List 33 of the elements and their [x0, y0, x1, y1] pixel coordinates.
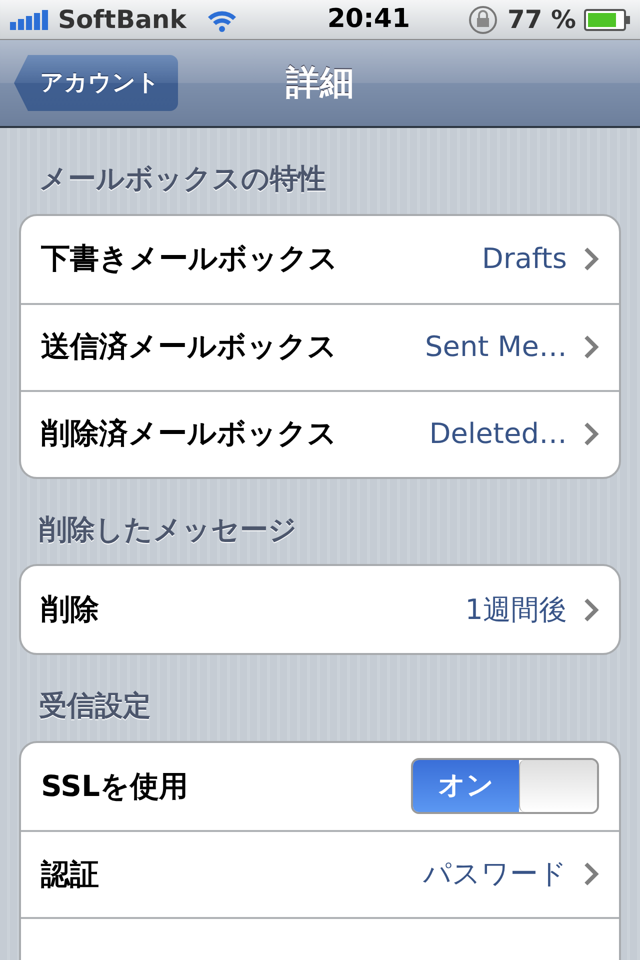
row-value: 1週間後 [465, 592, 567, 628]
row-value: Deleted… [429, 416, 567, 452]
battery-icon [584, 8, 630, 30]
chevron-icon [583, 596, 599, 623]
settings-row[interactable]: 削除済メールボックス Deleted… [21, 390, 619, 477]
row-label: 下書きメールボックス [41, 240, 338, 278]
chevron-icon [583, 334, 599, 360]
row-label: SSLを使用 [41, 768, 188, 805]
signal-icon [10, 10, 50, 30]
settings-row[interactable]: 削除 1週間後 [21, 566, 619, 654]
section-header: メールボックスの特性 [38, 161, 327, 197]
row-label: 送信済メールボックス [41, 328, 337, 366]
chevron-icon [583, 246, 599, 272]
nav-title: 詳細 [286, 62, 354, 104]
chevron-icon [583, 861, 599, 888]
settings-row[interactable]: 送信済メールボックス Sent Me… [21, 302, 619, 390]
battery-percent: 77 % [507, 4, 576, 36]
toggle-switch[interactable]: オン [411, 758, 599, 814]
section-header: 受信設定 [38, 688, 152, 724]
clock-time: 20:41 [327, 3, 410, 36]
carrier-name: SoftBank [58, 4, 186, 36]
row-value: Sent Me… [424, 329, 567, 366]
row-value: パスワード [423, 856, 567, 892]
rotation-lock-icon [467, 4, 500, 36]
settings-row[interactable]: 認証 パスワード [21, 830, 619, 917]
row-label: 認証 [41, 856, 99, 893]
section-header: 削除したメッセージ [38, 512, 298, 548]
chevron-icon [583, 421, 599, 448]
row-label: 削除済メールボックス [41, 415, 337, 452]
back-button[interactable]: アカウント [14, 55, 178, 111]
row-label: 削除 [41, 590, 99, 628]
row-value: Drafts [482, 241, 567, 278]
settings-row[interactable]: 下書きメールボックス Drafts [21, 216, 619, 303]
